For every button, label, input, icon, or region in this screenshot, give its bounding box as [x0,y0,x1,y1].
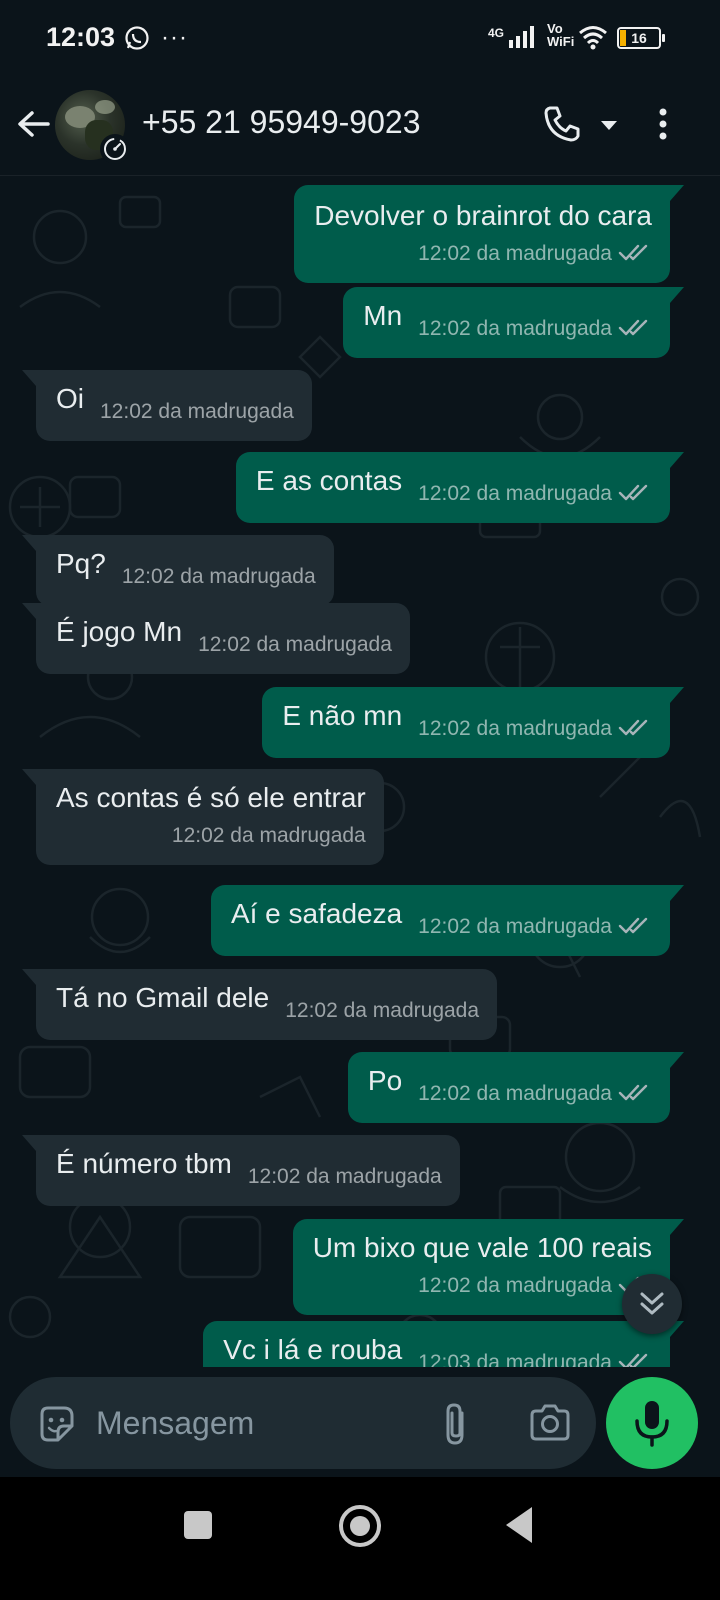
message-timestamp: 12:02 da madrugada [198,628,392,662]
message-text: E não mn [282,700,403,731]
incoming-message[interactable]: Pq? 12:02 da madrugada [22,535,334,606]
message-text: Po [367,1065,403,1096]
message-timestamp: 12:02 da madrugada [313,1269,652,1303]
chat-area[interactable]: Devolver o brainrot do cara 12:02 da madr… [0,177,720,1367]
double-check-icon [618,1084,648,1101]
kebab-menu-icon[interactable] [648,102,678,146]
message-text: E as contas [255,465,403,496]
double-check-icon [618,1353,648,1367]
message-time: 12:03 da madrugada [418,1351,612,1367]
camera-icon[interactable] [526,1401,574,1445]
double-chevron-down-icon [640,1292,664,1315]
sticker-icon[interactable] [34,1402,78,1446]
message-time: 12:02 da madrugada [100,400,294,423]
outgoing-message[interactable]: Mn 12:02 da madrugada [343,287,684,358]
message-time: 12:02 da madrugada [418,1274,612,1297]
double-check-icon [618,917,648,934]
scroll-down-button[interactable] [622,1274,682,1334]
outgoing-message[interactable]: E não mn 12:02 da madrugada [262,687,684,758]
message-text: Oi [56,383,84,414]
composer-bar: Mensagem [0,1367,720,1477]
message-text: Vc i lá e rouba [223,1334,403,1365]
incoming-message[interactable]: As contas é só ele entrar 12:02 da madrug… [22,769,384,865]
outgoing-message[interactable]: E as contas 12:02 da madrugada [235,452,685,523]
message-text: Pq? [56,548,106,579]
chat-header: +55 21 95949-9023 [0,78,720,176]
message-input-placeholder: Mensagem [96,1405,255,1441]
message-timestamp: 12:02 da madrugada [314,237,652,271]
incoming-message[interactable]: É jogo Mn 12:02 da madrugada [22,603,410,674]
message-text: Um bixo que vale 100 reais [312,1232,652,1263]
network-type: 4G [488,26,505,40]
caret-down-icon[interactable] [596,112,622,138]
double-check-icon [618,244,648,261]
message-timestamp: 12:03 da madrugada [418,1346,652,1367]
message-timestamp: 12:02 da madrugada [122,560,316,594]
status-bar: 12:03 ··· 4G Vo WiFi 16 [0,0,720,78]
message-time: 12:02 da madrugada [171,824,366,847]
battery-level: 16 [631,30,647,46]
wifi-icon [579,26,607,50]
outgoing-message[interactable]: Vc i lá e rouba 12:03 da madrugada [203,1321,684,1367]
contact-name[interactable]: +55 21 95949-9023 [142,104,420,141]
message-time: 12:02 da madrugada [418,915,612,938]
message-text: Devolver o brainrot do cara [314,200,652,231]
outgoing-message[interactable]: Aí e safadeza 12:02 da madrugada [210,885,685,956]
recents-button[interactable] [184,1511,212,1539]
arrow-left-icon[interactable] [12,102,56,146]
system-nav-bar [0,1477,720,1600]
message-timestamp: 12:02 da madrugada [418,312,652,346]
message-timestamp: 12:02 da madrugada [418,910,652,944]
message-input[interactable]: Mensagem [10,1377,596,1469]
incoming-message[interactable]: Oi 12:02 da madrugada [22,370,312,441]
message-time: 12:02 da madrugada [418,717,612,740]
microphone-icon [635,1401,669,1447]
vowifi-indicator: Vo WiFi [547,21,575,49]
message-text: As contas é só ele entrar [56,782,366,813]
message-time: 12:02 da madrugada [418,242,612,265]
timer-icon [100,134,130,164]
signal-icon [509,26,534,48]
phone-icon[interactable] [540,102,584,146]
message-timestamp: 12:02 da madrugada [248,1160,442,1194]
message-timestamp: 12:02 da madrugada [418,1077,652,1111]
message-text: É jogo Mn [56,616,183,647]
microphone-button[interactable] [606,1377,698,1469]
whatsapp-notification-icon [125,26,149,50]
message-time: 12:02 da madrugada [247,1165,442,1188]
paperclip-icon[interactable] [434,1399,478,1449]
incoming-message[interactable]: Tá no Gmail dele 12:02 da madrugada [21,969,498,1040]
message-time: 12:02 da madrugada [418,482,612,505]
message-text: É número tbm [56,1148,232,1179]
message-text: Mn [363,300,403,331]
battery-indicator: 16 [617,27,665,49]
message-timestamp: 12:02 da madrugada [56,819,366,853]
double-check-icon [618,484,648,501]
message-text: Tá no Gmail dele [56,982,270,1013]
message-text: Aí e safadeza [230,898,403,929]
incoming-message[interactable]: É número tbm 12:02 da madrugada [22,1135,460,1206]
message-timestamp: 12:02 da madrugada [100,395,294,429]
outgoing-message[interactable]: Um bixo que vale 100 reais 12:02 da madru… [292,1219,685,1315]
outgoing-message[interactable]: Po 12:02 da madrugada [347,1052,685,1123]
back-button[interactable] [506,1507,532,1543]
outgoing-message[interactable]: Devolver o brainrot do cara 12:02 da madr… [294,185,684,283]
message-timestamp: 12:02 da madrugada [418,477,652,511]
message-timestamp: 12:02 da madrugada [418,712,652,746]
message-time: 12:02 da madrugada [121,565,316,588]
status-time: 12:03 [46,22,116,52]
message-time: 12:02 da madrugada [198,633,392,656]
message-timestamp: 12:02 da madrugada [285,994,479,1028]
status-more-notifications: ··· [161,24,188,51]
message-time: 12:02 da madrugada [418,1082,612,1105]
home-button[interactable] [339,1505,381,1547]
double-check-icon [618,319,648,336]
message-time: 12:02 da madrugada [418,317,612,340]
double-check-icon [618,719,648,736]
message-time: 12:02 da madrugada [285,999,480,1022]
